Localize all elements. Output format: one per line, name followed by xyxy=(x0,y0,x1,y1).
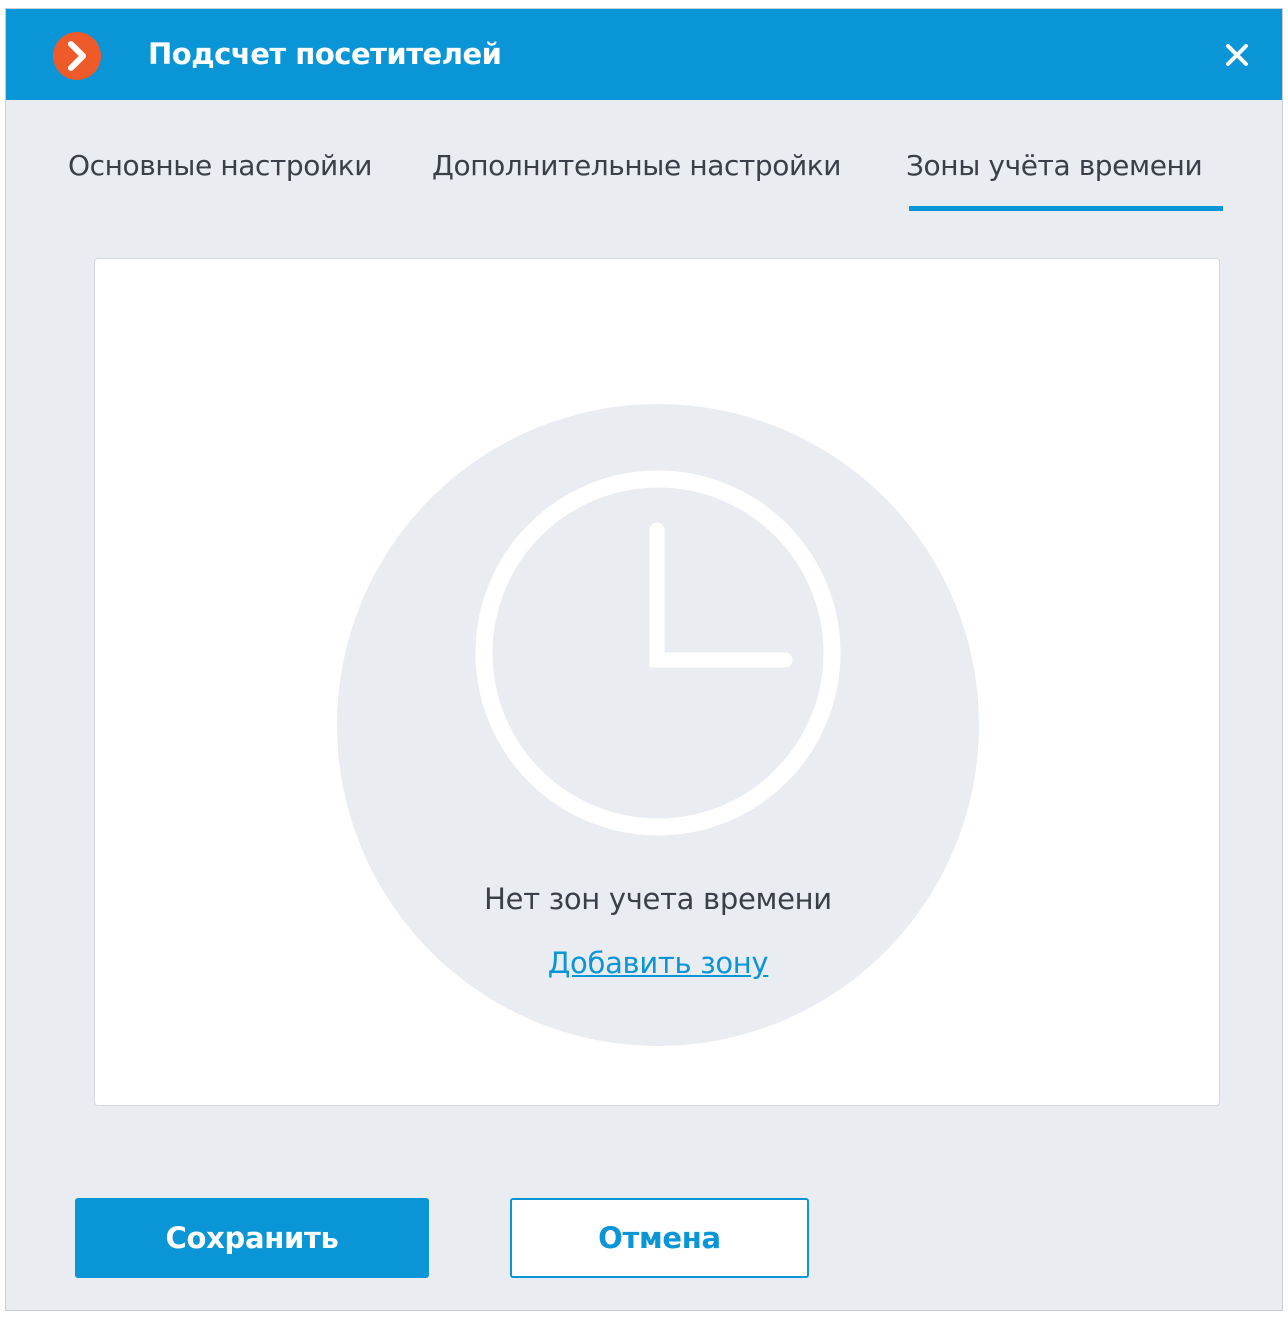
empty-state-message: Нет зон учета времени xyxy=(484,882,832,916)
tab-basic-settings[interactable]: Основные настройки xyxy=(68,149,373,182)
tab-bar: Основные настройки Дополнительные настро… xyxy=(6,149,1282,219)
save-button[interactable]: Сохранить xyxy=(75,1198,429,1278)
clock-icon xyxy=(475,470,841,836)
active-tab-indicator xyxy=(909,206,1223,211)
title-bar: Подсчет посетителей xyxy=(6,9,1282,100)
zones-panel: Нет зон учета времени Добавить зону xyxy=(94,258,1220,1106)
close-icon[interactable] xyxy=(1220,38,1254,72)
window-title: Подсчет посетителей xyxy=(148,37,502,71)
add-zone-link[interactable]: Добавить зону xyxy=(337,946,979,980)
empty-state-circle: Нет зон учета времени Добавить зону xyxy=(337,404,979,1046)
cancel-button[interactable]: Отмена xyxy=(510,1198,809,1278)
tab-time-zones[interactable]: Зоны учёта времени xyxy=(906,149,1203,182)
tab-advanced-settings[interactable]: Дополнительные настройки xyxy=(432,149,842,182)
app-logo-icon xyxy=(53,32,101,80)
dialog-window: Подсчет посетителей Основные настройки Д… xyxy=(5,8,1283,1311)
